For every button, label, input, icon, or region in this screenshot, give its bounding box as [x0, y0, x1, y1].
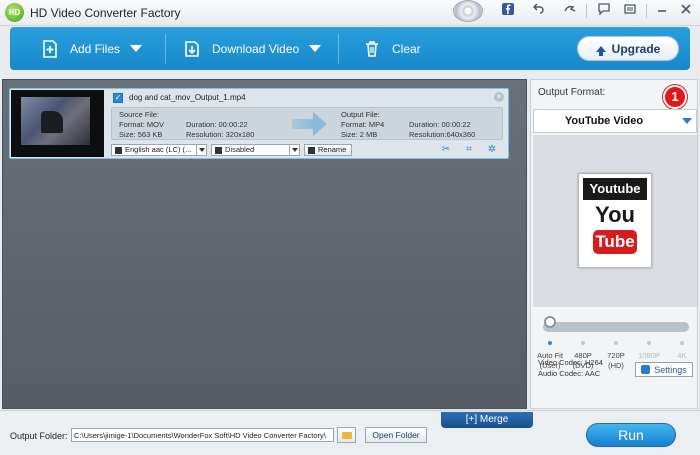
title-bar: HD HD Video Converter Factory — [0, 0, 700, 26]
merge-label: Merge — [479, 414, 509, 425]
facebook-icon[interactable] — [496, 2, 520, 20]
output-size: Size: 2 MB — [341, 130, 378, 139]
run-button[interactable]: Run — [586, 423, 676, 447]
source-format: Format: MOV — [119, 120, 165, 129]
source-resolution: Resolution: 320x180 — [186, 130, 255, 139]
download-icon — [182, 39, 202, 59]
rename-button[interactable]: Rename — [304, 144, 352, 156]
settings-button[interactable]: Settings — [635, 362, 693, 377]
toolbar: Add Files Download Video Clear Upgrade — [10, 27, 690, 70]
quality-slider-track[interactable] — [543, 322, 689, 332]
chevron-down-icon[interactable] — [196, 145, 206, 155]
window-title: HD Video Converter Factory — [30, 6, 181, 20]
scissors-icon[interactable]: ✂ — [440, 144, 452, 156]
source-duration: Duration: 00:00:22 — [186, 120, 248, 129]
output-resolution: Resolution:640x360 — [409, 130, 476, 139]
step-badge: 1 — [663, 85, 687, 109]
quality-level-dot[interactable] — [647, 341, 651, 345]
undo-icon[interactable] — [526, 2, 550, 20]
remove-file-icon[interactable]: × — [494, 92, 504, 102]
clear-label: Clear — [392, 41, 421, 56]
convert-arrow-icon — [292, 112, 328, 136]
output-folder-input[interactable] — [71, 428, 334, 442]
skin-icon[interactable] — [558, 2, 582, 20]
youtube-logo-icon: Youtube You Tube — [578, 173, 652, 268]
audio-track-select[interactable]: English aac (LC) (... — [111, 144, 207, 156]
rename-label: Rename — [318, 145, 347, 154]
output-format: Format: MP4 — [341, 120, 385, 129]
quality-level-label[interactable]: 720P (HD) — [600, 351, 632, 371]
disc-icon[interactable] — [453, 0, 483, 22]
thumbnail-image — [21, 97, 90, 145]
arrow-up-icon — [595, 45, 606, 56]
clear-button[interactable]: Clear — [362, 27, 421, 70]
quality-level-dot[interactable] — [680, 341, 684, 345]
quality-level-dot[interactable] — [581, 341, 585, 345]
add-file-icon — [40, 39, 60, 59]
youtube-logo-you: You — [595, 202, 635, 227]
quality-slider-knob[interactable] — [543, 316, 557, 334]
trash-icon — [362, 39, 382, 59]
video-codec: Video Codec: H264 — [538, 358, 603, 367]
subtitle-value: Disabled — [225, 145, 255, 154]
subtitle-icon — [215, 146, 222, 154]
file-list: ✓ dog and cat_mov_Output_1.mp4 × Source … — [2, 79, 527, 409]
output-duration: Duration: 00:00:22 — [409, 120, 471, 129]
audio-icon — [115, 146, 122, 154]
output-heading: Output File: — [341, 110, 380, 119]
chevron-down-icon[interactable] — [309, 45, 322, 52]
source-heading: Source File: — [119, 110, 160, 119]
download-video-button[interactable]: Download Video — [182, 27, 322, 70]
merge-button[interactable]: [+] Merge — [441, 412, 533, 428]
separator — [165, 34, 166, 64]
file-info-panel: Source File: Format: MOV Duration: 00:00… — [111, 107, 503, 140]
output-format-panel: Output Format: 1 YouTube Video Youtube Y… — [530, 79, 698, 409]
audio-codec: Audio Codec: AAC — [538, 369, 601, 378]
merge-icon: [+] — [465, 414, 480, 425]
separator — [338, 34, 339, 64]
quality-level-dot[interactable] — [614, 341, 618, 345]
output-format-value: YouTube Video — [564, 115, 644, 127]
menu-icon[interactable] — [618, 2, 642, 20]
crop-icon[interactable]: ⌗ — [463, 144, 475, 156]
chevron-down-icon[interactable] — [130, 45, 143, 52]
youtube-logo-top: Youtube — [583, 178, 647, 200]
add-files-button[interactable]: Add Files — [40, 27, 143, 70]
browse-folder-icon[interactable] — [337, 427, 356, 443]
settings-label: Settings — [654, 364, 687, 375]
add-files-label: Add Files — [70, 41, 121, 56]
chevron-down-icon[interactable] — [289, 145, 299, 155]
quality-level-dot[interactable] — [548, 341, 552, 345]
output-format-label: Output Format: — [538, 87, 606, 98]
output-folder-label: Output Folder: — [10, 431, 68, 441]
separator — [586, 4, 587, 18]
minimize-icon[interactable] — [650, 2, 674, 20]
upgrade-button[interactable]: Upgrade — [577, 36, 679, 61]
effects-icon[interactable]: ✲ — [486, 144, 498, 156]
rename-icon — [308, 146, 315, 154]
feedback-icon[interactable] — [592, 2, 616, 20]
upgrade-label: Upgrade — [611, 41, 661, 56]
output-format-select[interactable]: YouTube Video — [533, 109, 697, 133]
source-size: Size: 563 KB — [119, 130, 163, 139]
file-name: dog and cat_mov_Output_1.mp4 — [129, 93, 246, 102]
format-preview[interactable]: Youtube You Tube — [533, 135, 697, 307]
video-thumbnail[interactable] — [11, 90, 104, 157]
open-folder-button[interactable]: Open Folder — [365, 427, 427, 443]
close-icon[interactable] — [674, 2, 698, 20]
download-video-label: Download Video — [212, 41, 300, 56]
gear-icon — [641, 365, 651, 374]
audio-track-value: English aac (LC) (... — [125, 145, 192, 154]
file-item[interactable]: ✓ dog and cat_mov_Output_1.mp4 × Source … — [9, 88, 509, 159]
youtube-logo-tube: Tube — [593, 230, 637, 254]
separator — [646, 4, 647, 18]
chevron-down-icon[interactable] — [682, 118, 692, 124]
app-logo-icon: HD — [5, 3, 24, 22]
subtitle-select[interactable]: Disabled — [211, 144, 300, 156]
file-checkbox[interactable]: ✓ — [113, 93, 123, 103]
